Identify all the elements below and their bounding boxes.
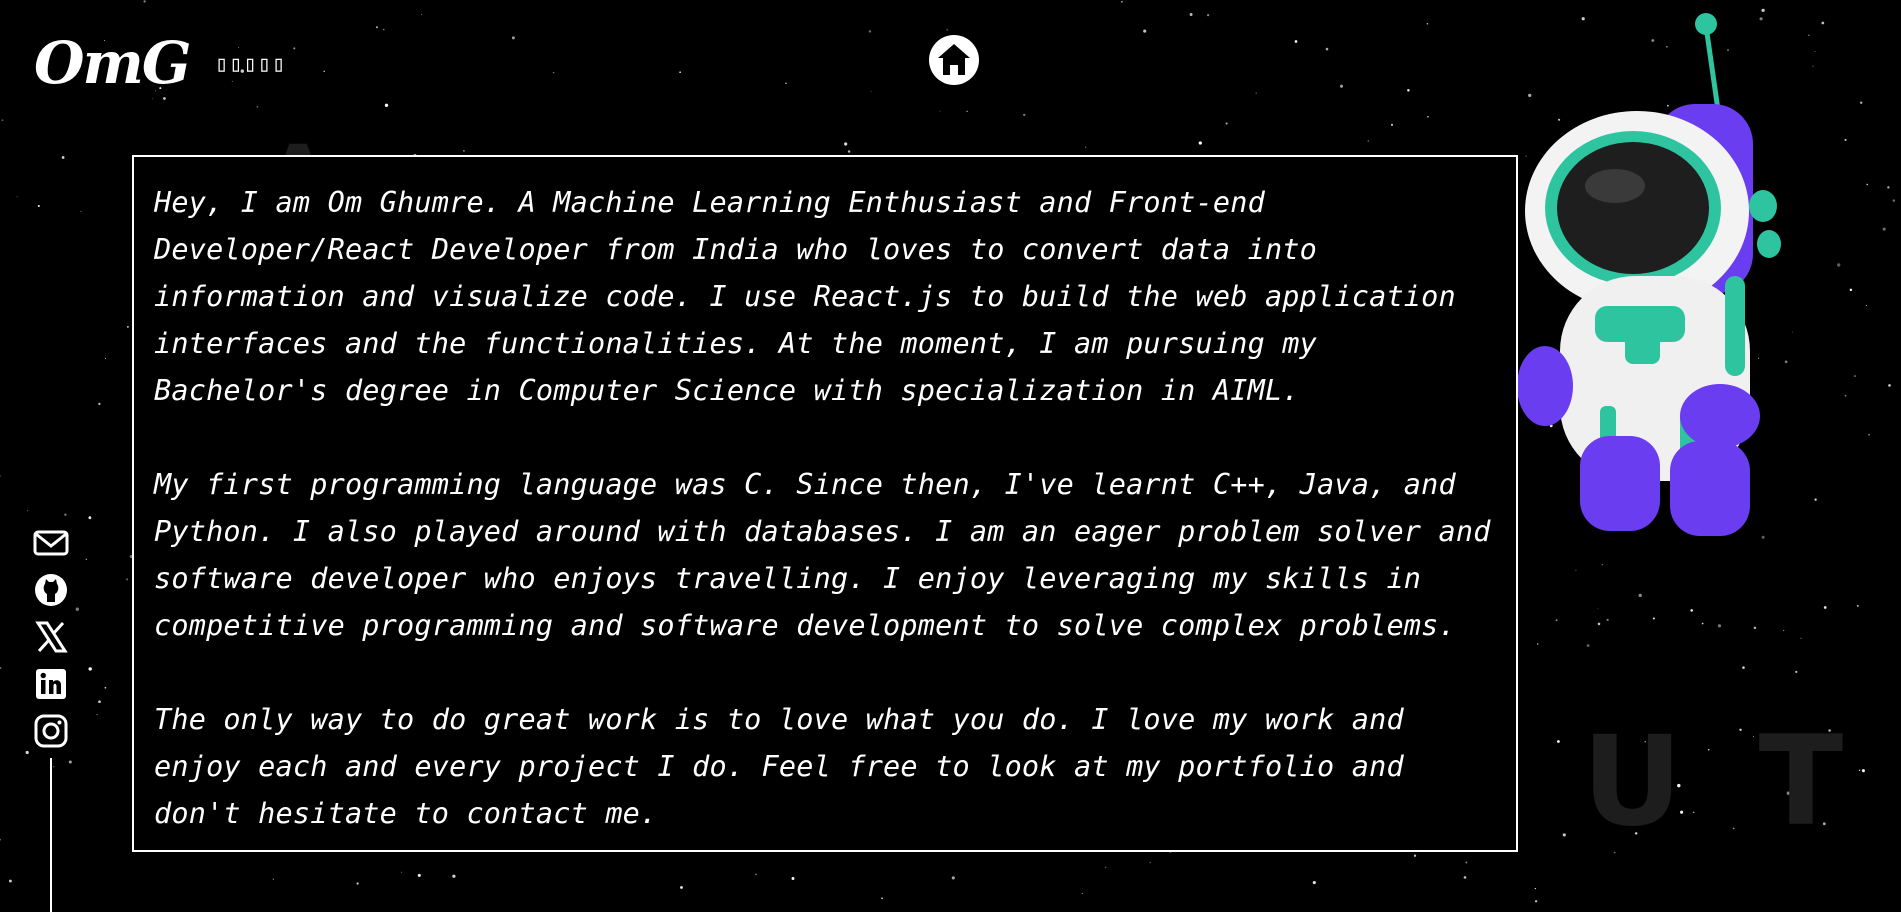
about-paragraph: My first programming language was C. Sin… xyxy=(154,468,1491,642)
site-logo[interactable]: OmG xyxy=(34,34,191,92)
instagram-icon[interactable] xyxy=(33,714,69,748)
about-card: Hey, I am Om Ghumre. A Machine Learning … xyxy=(132,155,1518,852)
x-icon[interactable] xyxy=(33,620,69,654)
social-links xyxy=(32,526,70,748)
social-divider-line xyxy=(50,758,52,912)
about-page: OmG ▯▯▯▯▯ A B O U T ABOUT Hey, I am Om G… xyxy=(0,0,1901,912)
about-paragraph: Hey, I am Om Ghumre. A Machine Learning … xyxy=(154,186,1456,407)
github-icon[interactable] xyxy=(33,573,69,607)
nav-glyphs: ▯▯▯▯▯ xyxy=(215,52,287,77)
astronaut-illustration xyxy=(1517,13,1781,536)
mail-icon[interactable] xyxy=(33,526,69,560)
about-paragraph: The only way to do great work is to love… xyxy=(154,703,1404,830)
linkedin-icon[interactable] xyxy=(33,667,69,701)
home-icon[interactable] xyxy=(928,34,980,86)
